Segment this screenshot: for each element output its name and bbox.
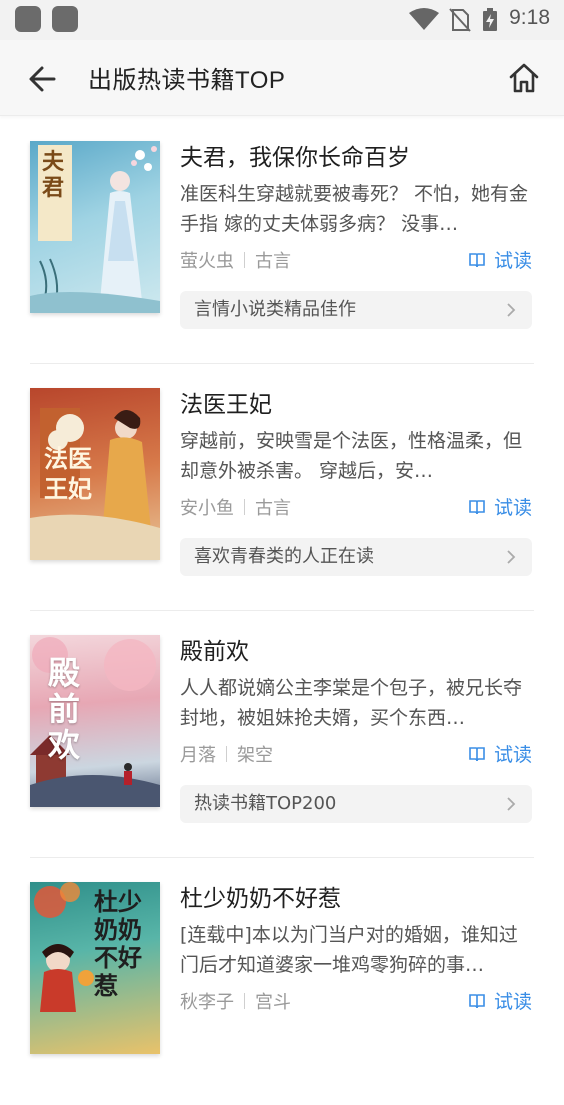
book-genre: 架空 bbox=[237, 745, 273, 766]
book-description: 准医科生穿越就要被毒死？ 不怕，她有金手指 嫁的丈夫体弱多病？ 没事… bbox=[180, 183, 529, 235]
try-read-label: 试读 bbox=[493, 497, 532, 519]
book-genre: 古言 bbox=[255, 251, 291, 272]
meta-divider bbox=[244, 252, 245, 268]
battery-charging-icon bbox=[483, 8, 497, 31]
no-sim-icon bbox=[449, 8, 471, 32]
home-icon[interactable] bbox=[506, 60, 542, 96]
recommend-tag[interactable]: 喜欢青春类的人正在读 bbox=[180, 538, 532, 576]
book-title[interactable]: 杜少奶奶不好惹 bbox=[180, 882, 532, 916]
page-title: 出版热读书籍TOP bbox=[88, 67, 286, 94]
try-read-button[interactable]: 试读 bbox=[468, 987, 532, 1014]
cover-title: 杜少奶奶不好惹 bbox=[94, 887, 142, 1000]
recommend-tag[interactable]: 言情小说类精品佳作 bbox=[180, 291, 532, 329]
meta-divider bbox=[244, 499, 245, 515]
list-item[interactable]: 法医王妃 法医王妃 穿越前，安映雪是个法医，性格温柔，但却意外被杀害。 穿越后，… bbox=[30, 364, 534, 611]
book-title[interactable]: 法医王妃 bbox=[180, 388, 532, 422]
book-cover[interactable]: 夫君 bbox=[30, 141, 160, 313]
book-icon bbox=[469, 252, 485, 267]
recommend-tag[interactable]: 热读书籍TOP200 bbox=[180, 785, 532, 823]
book-icon bbox=[469, 993, 485, 1008]
chevron-right-icon bbox=[507, 797, 516, 811]
notification-icon bbox=[15, 6, 41, 32]
cover-title: 殿前欢 bbox=[48, 654, 81, 764]
book-cover[interactable]: 法医王妃 bbox=[30, 388, 160, 560]
book-author: 萤火虫 bbox=[180, 251, 234, 272]
tag-label: 喜欢青春类的人正在读 bbox=[194, 546, 374, 567]
list-item[interactable]: 夫君 夫君，我保你长命百岁 准医科生穿越就要被毒死？ 不怕，她有金手指 嫁的丈夫… bbox=[30, 117, 534, 364]
cover-title: 夫君 bbox=[42, 149, 65, 201]
book-author: 月落 bbox=[180, 745, 216, 766]
book-icon bbox=[469, 499, 485, 514]
book-title[interactable]: 夫君，我保你长命百岁 bbox=[180, 141, 532, 175]
try-read-label: 试读 bbox=[493, 250, 532, 272]
status-bar: 9:18 bbox=[0, 0, 564, 40]
meta-divider bbox=[226, 746, 227, 762]
meta-divider bbox=[244, 993, 245, 1009]
cover-title: 法医王妃 bbox=[44, 444, 92, 503]
book-title[interactable]: 殿前欢 bbox=[180, 635, 532, 669]
notification-icon bbox=[52, 6, 78, 32]
book-genre: 古言 bbox=[255, 498, 291, 519]
try-read-button[interactable]: 试读 bbox=[468, 493, 532, 520]
book-genre: 宫斗 bbox=[255, 992, 291, 1013]
book-description: [连载中]本以为门当户对的婚姻，谁知过门后才知道婆家一堆鸡零狗碎的事… bbox=[180, 924, 518, 976]
list-item[interactable]: 杜少奶奶不好惹 杜少奶奶不好惹 [连载中]本以为门当户对的婚姻，谁知过门后才知道… bbox=[30, 858, 534, 1105]
tag-label: 热读书籍TOP200 bbox=[194, 793, 337, 814]
clock: 9:18 bbox=[509, 6, 550, 29]
wifi-icon bbox=[409, 8, 439, 30]
app-bar: 出版热读书籍TOP bbox=[0, 40, 564, 116]
try-read-button[interactable]: 试读 bbox=[468, 246, 532, 273]
tag-label: 言情小说类精品佳作 bbox=[194, 299, 356, 320]
try-read-label: 试读 bbox=[493, 744, 532, 766]
book-author: 安小鱼 bbox=[180, 498, 234, 519]
chevron-right-icon bbox=[507, 303, 516, 317]
book-cover[interactable]: 杜少奶奶不好惹 bbox=[30, 882, 160, 1054]
book-cover[interactable]: 殿前欢 bbox=[30, 635, 160, 807]
list-item[interactable]: 殿前欢 殿前欢 人人都说嫡公主李棠是个包子，被兄长夺封地，被姐妹抢夫婿，买个东西… bbox=[30, 611, 534, 858]
try-read-button[interactable]: 试读 bbox=[468, 740, 532, 767]
try-read-label: 试读 bbox=[493, 991, 532, 1013]
chevron-right-icon bbox=[507, 550, 516, 564]
book-icon bbox=[469, 746, 485, 761]
book-description: 人人都说嫡公主李棠是个包子，被兄长夺封地，被姐妹抢夫婿，买个东西… bbox=[180, 677, 523, 729]
back-arrow-icon[interactable] bbox=[26, 62, 60, 96]
book-author: 秋李子 bbox=[180, 992, 234, 1013]
book-description: 穿越前，安映雪是个法医，性格温柔，但却意外被杀害。 穿越后，安… bbox=[180, 430, 523, 482]
